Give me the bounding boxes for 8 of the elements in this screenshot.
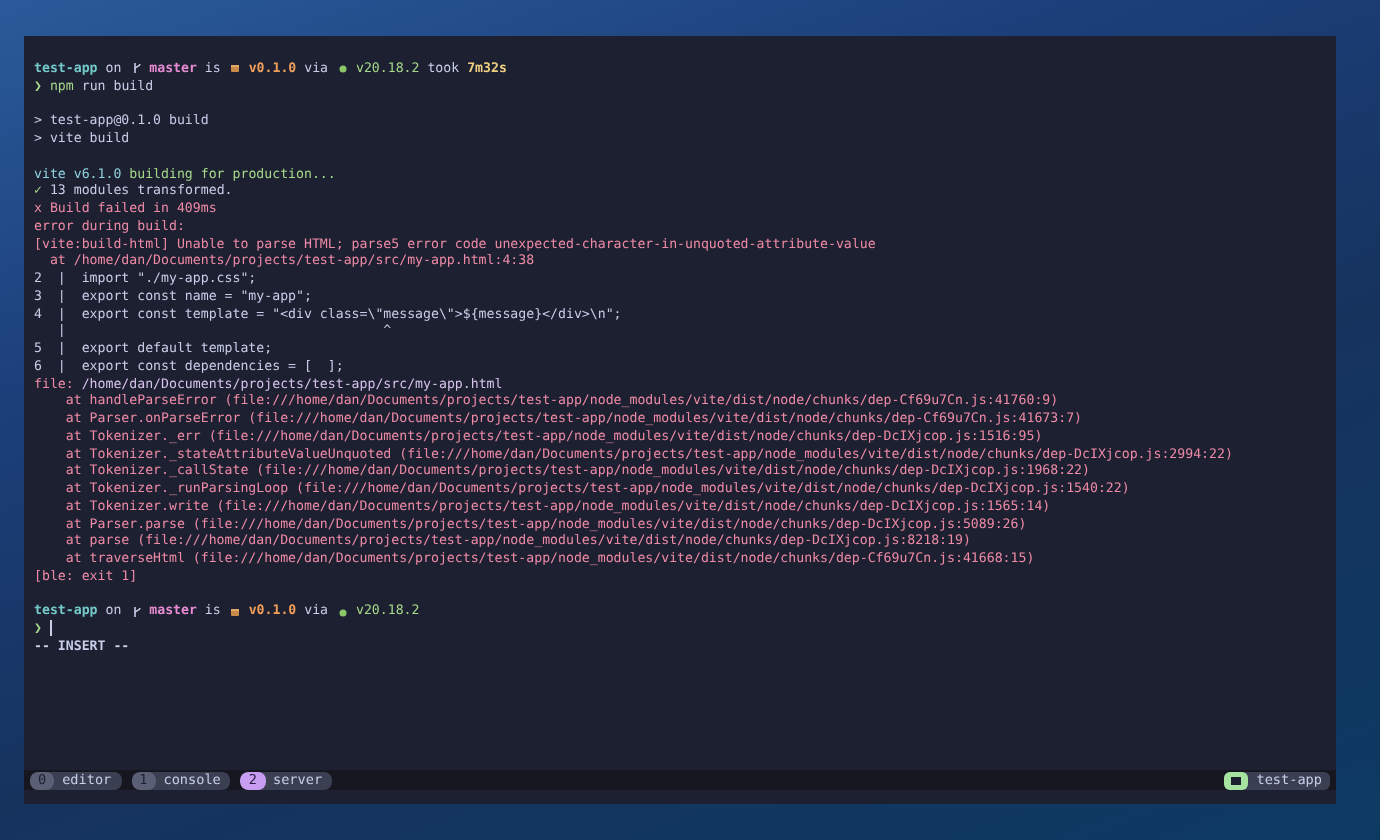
dot-icon [338,605,348,618]
box-icon [230,62,241,75]
branch-icon [131,605,142,618]
session-icon [1224,771,1249,789]
text-cursor [49,620,52,637]
branch-icon [131,62,142,75]
box-icon [230,605,241,618]
dot-icon [338,62,348,75]
